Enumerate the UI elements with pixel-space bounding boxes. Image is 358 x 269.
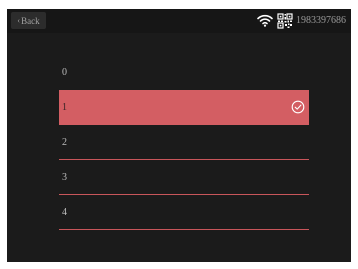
list-item-2[interactable]: 2 (59, 125, 309, 160)
top-bar: ‹ Back 1983397686 (7, 9, 351, 33)
list-item-0[interactable]: 0 (59, 55, 309, 90)
qr-code-icon[interactable] (277, 13, 293, 29)
back-button[interactable]: ‹ Back (11, 12, 46, 29)
list-item-1[interactable]: 1 (59, 90, 309, 125)
screen: ‹ Back 1983397686 0 1 2 3 4 (7, 9, 351, 262)
chevron-left-icon: ‹ (17, 16, 21, 25)
list-item-label: 0 (62, 67, 67, 78)
wifi-icon (257, 14, 273, 27)
divider (59, 229, 309, 230)
list-item-3[interactable]: 3 (59, 160, 309, 195)
list-item-label: 1 (62, 102, 67, 113)
list-item-label: 3 (62, 172, 67, 183)
list-item-label: 2 (62, 137, 67, 148)
option-list: 0 1 2 3 4 (59, 55, 309, 230)
list-item-4[interactable]: 4 (59, 195, 309, 230)
check-circle-icon (291, 100, 305, 114)
back-button-label: Back (21, 15, 40, 26)
device-id: 1983397686 (296, 15, 346, 26)
list-item-label: 4 (62, 207, 67, 218)
